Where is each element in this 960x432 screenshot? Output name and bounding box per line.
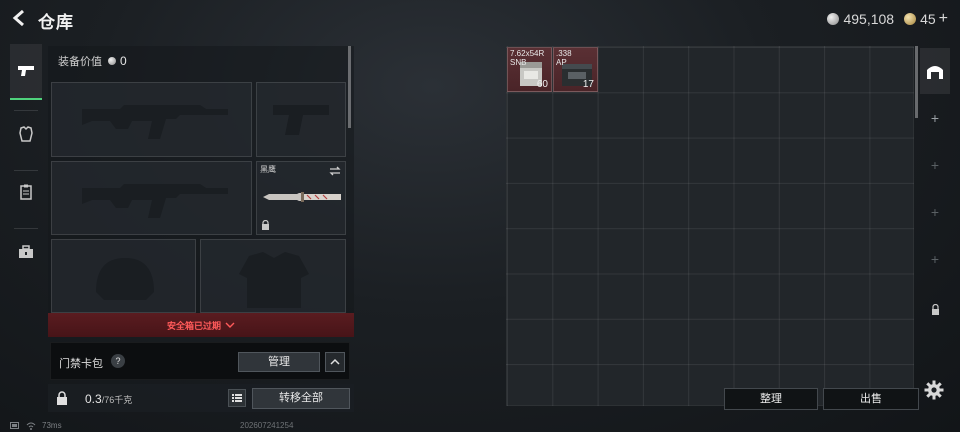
page-title: 仓库 — [38, 13, 74, 32]
gold-amount: 45 — [920, 11, 936, 27]
carry-weight-capacity: /76千克 — [101, 395, 133, 405]
sell-button[interactable]: 出售 — [823, 388, 919, 410]
stash-tab-add[interactable]: + — [920, 142, 950, 188]
gold-coin-icon — [904, 13, 917, 25]
stash-tab-main[interactable] — [920, 48, 950, 94]
helmet-slot[interactable] — [51, 239, 196, 313]
pistol-silhouette-icon — [273, 105, 329, 135]
lock-icon — [931, 303, 939, 315]
item-count: 17 — [582, 79, 594, 90]
item-name: 7.62x54R SNB — [510, 49, 545, 67]
stash-page-tabs: + + + + — [920, 46, 950, 336]
item-name: .338 AP — [556, 49, 572, 67]
stash-tab-add[interactable]: + — [920, 236, 950, 282]
back-button[interactable] — [10, 8, 28, 28]
equipment-scrollbar[interactable] — [348, 46, 351, 128]
stash-tab-add[interactable]: + — [920, 189, 950, 235]
equipment-value-amount: 0 — [120, 54, 127, 68]
arrow-left-icon — [12, 9, 24, 27]
helmet-silhouette-icon — [96, 258, 154, 300]
tab-tasks[interactable] — [10, 164, 42, 220]
gear-icon — [924, 380, 944, 400]
list-view-button[interactable] — [228, 389, 246, 407]
add-currency-button[interactable]: + — [939, 10, 948, 28]
secure-case-status: 安全箱已过期 — [166, 320, 221, 331]
secondary-weapon-slot[interactable] — [51, 161, 252, 235]
battery-icon — [10, 422, 19, 429]
equipment-value-label: 装备价值 — [58, 56, 102, 68]
lock-icon[interactable] — [56, 391, 68, 405]
settings-button[interactable] — [924, 380, 944, 405]
secure-case-expired-banner[interactable]: 安全箱已过期 — [48, 313, 354, 337]
tab-toolbox[interactable] — [10, 224, 42, 280]
armor-slot[interactable] — [200, 239, 346, 313]
carry-weight-current: 0.3 — [85, 392, 102, 406]
swap-icon[interactable] — [329, 166, 341, 176]
melee-slot[interactable]: 黑鹰 — [256, 161, 346, 235]
latency-readout: 73ms — [42, 421, 62, 430]
collapse-button[interactable] — [325, 352, 345, 372]
primary-weapon-slot[interactable] — [51, 82, 252, 157]
currency-display: 495,108 45 + — [827, 10, 948, 28]
chevron-up-icon — [330, 358, 340, 365]
silver-coin-icon — [827, 13, 840, 25]
stash-tab-locked[interactable] — [920, 286, 950, 332]
sort-button[interactable]: 整理 — [724, 388, 818, 410]
pistol-slot[interactable] — [256, 82, 346, 157]
item-count: 60 — [536, 79, 548, 90]
stash-scrollbar[interactable] — [915, 46, 918, 118]
warehouse-icon — [927, 66, 943, 79]
silver-coin-icon — [108, 57, 116, 65]
keycard-holder-label: 门禁卡包 — [59, 358, 103, 370]
melee-item-name: 黑鹰 — [260, 165, 276, 174]
weight-row: 0.3/76千克 转移全部 — [48, 384, 354, 412]
status-bar: 73ms — [10, 421, 62, 430]
stash-grid[interactable] — [506, 46, 914, 406]
help-icon[interactable]: ? — [111, 354, 125, 368]
carry-weight: 0.3/76千克 — [85, 392, 132, 406]
rifle-silhouette-icon — [82, 184, 228, 218]
stash-item[interactable]: 7.62x54R SNB 60 — [507, 47, 552, 92]
equipment-value: 装备价值 0 — [58, 53, 127, 69]
rifle-silhouette-icon — [82, 105, 228, 139]
keycard-holder-row: 门禁卡包 ? 管理 — [50, 342, 350, 380]
tab-weapons[interactable] — [10, 44, 42, 100]
list-icon — [232, 394, 242, 402]
silver-amount: 495,108 — [843, 11, 895, 27]
stash-tab-add[interactable]: + — [920, 95, 950, 141]
chevron-down-icon — [225, 322, 235, 328]
wifi-icon — [26, 422, 36, 430]
manage-button[interactable]: 管理 — [238, 352, 320, 372]
armor-icon — [19, 126, 33, 142]
build-number: 202607241254 — [240, 421, 294, 430]
pistol-icon — [18, 66, 34, 76]
knife-icon — [263, 192, 341, 202]
tab-armor[interactable] — [10, 106, 42, 162]
clipboard-icon — [20, 184, 32, 200]
vest-silhouette-icon — [239, 252, 309, 308]
stash-item[interactable]: .338 AP 17 — [553, 47, 598, 92]
toolbox-icon — [19, 245, 33, 258]
transfer-all-button[interactable]: 转移全部 — [252, 388, 350, 409]
lock-icon — [262, 220, 269, 230]
